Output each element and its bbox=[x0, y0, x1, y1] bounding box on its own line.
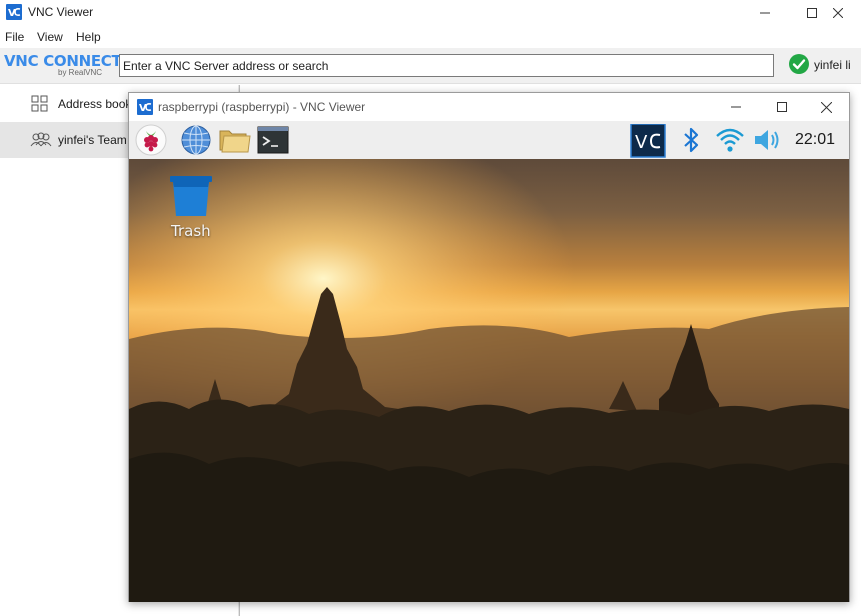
session-minimize-button[interactable] bbox=[713, 93, 759, 121]
bluetooth-icon[interactable] bbox=[674, 124, 708, 156]
sidebar-item-label: Address book bbox=[58, 97, 132, 111]
svg-text:V: V bbox=[635, 132, 648, 153]
logo-sub-text: by RealVNC bbox=[58, 68, 103, 77]
terminal-icon[interactable] bbox=[256, 124, 290, 156]
vnc-connect-logo: VNC CONNECT by RealVNC bbox=[4, 51, 122, 81]
session-window-title: raspberrypi (raspberrypi) - VNC Viewer bbox=[158, 100, 366, 114]
raspberry-pi-taskbar: V 22:01 bbox=[129, 121, 849, 159]
menu-help[interactable]: Help bbox=[76, 30, 101, 44]
session-maximize-button[interactable] bbox=[759, 93, 805, 121]
remote-desktop[interactable]: Trash bbox=[129, 159, 849, 602]
user-account[interactable]: yinfei li bbox=[789, 53, 851, 77]
session-window: V raspberrypi (raspberrypi) - VNC Viewer… bbox=[128, 92, 850, 602]
desktop-wallpaper bbox=[129, 159, 849, 602]
wifi-icon[interactable] bbox=[713, 124, 747, 156]
trash-icon[interactable] bbox=[169, 175, 213, 217]
volume-icon[interactable] bbox=[751, 124, 785, 156]
close-button[interactable] bbox=[815, 0, 861, 25]
taskbar-clock[interactable]: 22:01 bbox=[795, 131, 835, 149]
file-manager-icon[interactable] bbox=[218, 124, 252, 156]
user-name: yinfei li bbox=[814, 58, 851, 72]
vnc-viewer-app-icon: V bbox=[6, 4, 22, 20]
session-close-button[interactable] bbox=[803, 93, 849, 121]
raspberry-menu-icon[interactable] bbox=[134, 124, 168, 156]
vnc-viewer-app-icon: V bbox=[137, 99, 153, 115]
sidebar-item-label: yinfei's Team bbox=[58, 133, 127, 147]
session-titlebar[interactable]: V raspberrypi (raspberrypi) - VNC Viewer bbox=[129, 93, 849, 121]
menu-view[interactable]: View bbox=[37, 30, 63, 44]
web-browser-icon[interactable] bbox=[179, 124, 213, 156]
check-circle-icon bbox=[789, 53, 809, 77]
outer-window-title: VNC Viewer bbox=[28, 5, 94, 19]
menu-bar: File View Help bbox=[0, 28, 861, 46]
vnc-server-icon[interactable]: V bbox=[630, 123, 666, 158]
outer-titlebar: V VNC Viewer bbox=[0, 0, 861, 25]
address-search-input[interactable] bbox=[119, 54, 774, 77]
grid-icon bbox=[30, 95, 50, 113]
team-icon bbox=[30, 131, 52, 149]
menu-file[interactable]: File bbox=[5, 30, 24, 44]
minimize-button[interactable] bbox=[742, 0, 788, 25]
trash-label: Trash bbox=[171, 222, 211, 240]
